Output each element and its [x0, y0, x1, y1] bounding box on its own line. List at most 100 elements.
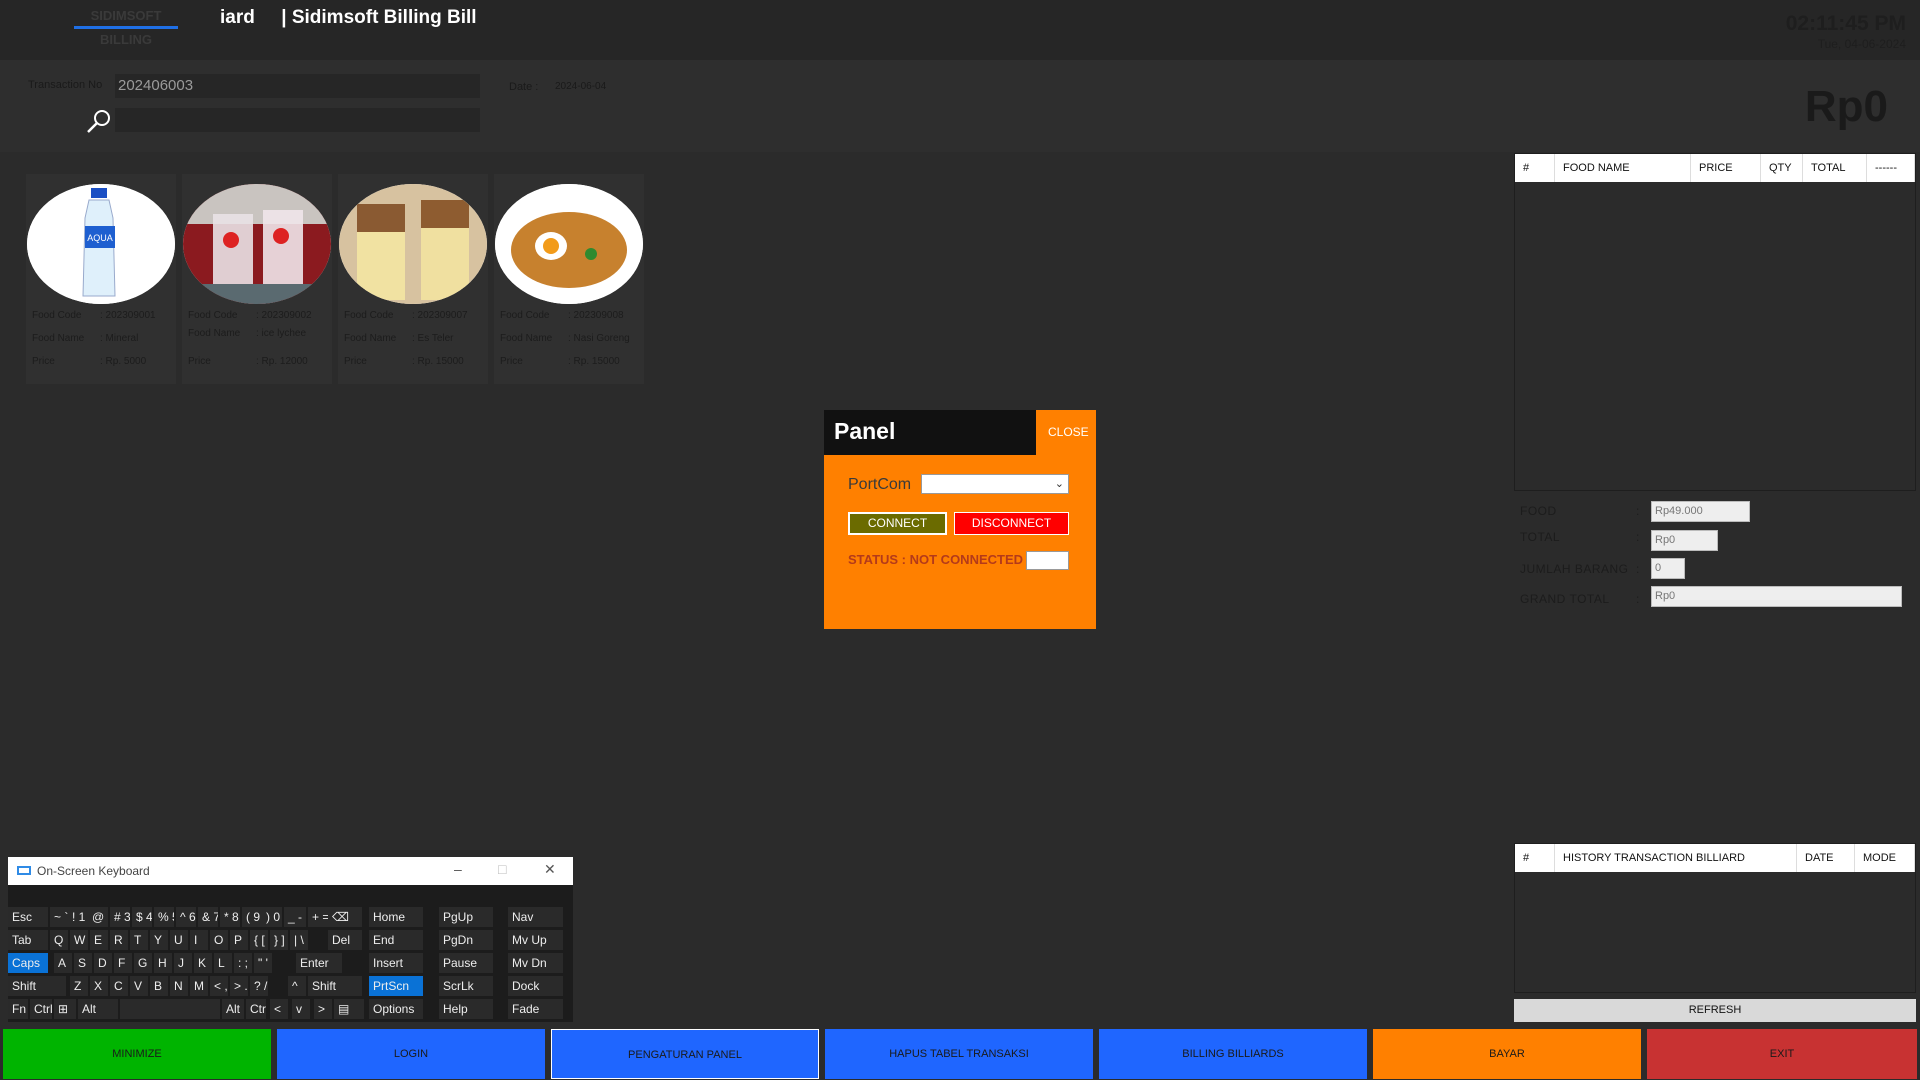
- key-alt[interactable]: Alt: [78, 999, 118, 1019]
- refresh-button[interactable]: REFRESH: [1514, 999, 1916, 1022]
- key--[interactable]: <: [270, 999, 288, 1019]
- connect-button[interactable]: CONNECT: [848, 512, 947, 535]
- key-p[interactable]: P: [230, 930, 248, 950]
- key-insert[interactable]: Insert: [369, 953, 423, 973]
- disconnect-button[interactable]: DISCONNECT: [954, 512, 1069, 535]
- key-prtscn[interactable]: PrtScn: [369, 976, 423, 996]
- minimize-icon[interactable]: –: [454, 861, 462, 877]
- pengaturan-panel-button[interactable]: PENGATURAN PANEL: [551, 1029, 819, 1079]
- key--[interactable]: > .: [230, 976, 248, 996]
- key--[interactable]: < ,: [210, 976, 228, 996]
- key-shift[interactable]: Shift: [8, 976, 66, 996]
- key-i[interactable]: I: [190, 930, 208, 950]
- key--[interactable]: " ': [254, 953, 272, 973]
- key-mv-dn[interactable]: Mv Dn: [508, 953, 563, 973]
- key-ctrl[interactable]: Ctrl: [246, 999, 266, 1019]
- key-alt[interactable]: Alt: [222, 999, 244, 1019]
- key-m[interactable]: M: [190, 976, 208, 996]
- key-pause[interactable]: Pause: [439, 953, 493, 973]
- key--[interactable]: ~ `: [50, 907, 70, 927]
- maximize-icon[interactable]: □: [498, 861, 506, 877]
- close-button[interactable]: CLOSE: [1048, 425, 1089, 439]
- key--3[interactable]: # 3: [110, 907, 130, 927]
- key-o[interactable]: O: [210, 930, 228, 950]
- key--[interactable]: ⊞: [54, 999, 76, 1019]
- order-table[interactable]: # FOOD NAME PRICE QTY TOTAL ------: [1514, 153, 1916, 491]
- key-dock[interactable]: Dock: [508, 976, 563, 996]
- minimize-button[interactable]: MINIMIZE: [3, 1029, 271, 1079]
- key--[interactable]: ▤: [334, 999, 364, 1019]
- login-button[interactable]: LOGIN: [277, 1029, 545, 1079]
- key-h[interactable]: H: [154, 953, 172, 973]
- key-x[interactable]: X: [90, 976, 108, 996]
- key-t[interactable]: T: [130, 930, 148, 950]
- key-z[interactable]: Z: [70, 976, 88, 996]
- key-c[interactable]: C: [110, 976, 128, 996]
- key-mv-up[interactable]: Mv Up: [508, 930, 563, 950]
- hapus-tabel-transaksi-button[interactable]: HAPUS TABEL TRANSAKSI: [825, 1029, 1093, 1079]
- key--[interactable]: + =: [308, 907, 328, 927]
- key-n[interactable]: N: [170, 976, 188, 996]
- transaction-number-field[interactable]: 202406003: [115, 74, 480, 98]
- key--[interactable]: | \: [290, 930, 308, 950]
- search-icon[interactable]: [84, 107, 114, 135]
- key-v[interactable]: v: [292, 999, 310, 1019]
- key-end[interactable]: End: [369, 930, 423, 950]
- key-w[interactable]: W: [70, 930, 88, 950]
- key-f[interactable]: F: [114, 953, 132, 973]
- key-g[interactable]: G: [134, 953, 152, 973]
- key-esc[interactable]: Esc: [8, 907, 48, 927]
- close-icon[interactable]: ✕: [544, 861, 556, 878]
- key-ctrl[interactable]: Ctrl: [30, 999, 52, 1019]
- key-caps[interactable]: Caps: [8, 953, 48, 973]
- exit-button[interactable]: EXIT: [1647, 1029, 1917, 1079]
- key--0[interactable]: ) 0: [262, 907, 282, 927]
- key-tab[interactable]: Tab: [8, 930, 48, 950]
- food-card[interactable]: Food Code: 202309007 Food Name: Es Teler…: [338, 174, 488, 384]
- key--6[interactable]: ^ 6: [176, 907, 196, 927]
- key-d[interactable]: D: [94, 953, 112, 973]
- key-del[interactable]: Del: [328, 930, 362, 950]
- key-q[interactable]: Q: [50, 930, 68, 950]
- key--[interactable]: ? /: [250, 976, 268, 996]
- key--[interactable]: : ;: [234, 953, 252, 973]
- key--4[interactable]: $ 4: [132, 907, 152, 927]
- key--[interactable]: { [: [250, 930, 268, 950]
- key-e[interactable]: E: [90, 930, 108, 950]
- keyboard-titlebar[interactable]: On-Screen Keyboard – □ ✕: [8, 857, 573, 885]
- key--9[interactable]: ( 9: [242, 907, 262, 927]
- bayar-button[interactable]: BAYAR: [1373, 1029, 1641, 1079]
- key-nav[interactable]: Nav: [508, 907, 563, 927]
- key-pgdn[interactable]: PgDn: [439, 930, 493, 950]
- key-k[interactable]: K: [194, 953, 212, 973]
- key-y[interactable]: Y: [150, 930, 168, 950]
- key--8[interactable]: * 8: [220, 907, 240, 927]
- key--1[interactable]: ! 1: [68, 907, 88, 927]
- key-v[interactable]: V: [130, 976, 148, 996]
- key-l[interactable]: L: [214, 953, 232, 973]
- key-fade[interactable]: Fade: [508, 999, 563, 1019]
- key-a[interactable]: A: [54, 953, 72, 973]
- key-b[interactable]: B: [150, 976, 168, 996]
- key-home[interactable]: Home: [369, 907, 423, 927]
- key--[interactable]: _ -: [284, 907, 306, 927]
- billing-billiards-button[interactable]: BILLING BILLIARDS: [1099, 1029, 1367, 1079]
- key-shift[interactable]: Shift: [308, 976, 362, 996]
- key-pgup[interactable]: PgUp: [439, 907, 493, 927]
- key-u[interactable]: U: [170, 930, 188, 950]
- history-table[interactable]: # HISTORY TRANSACTION BILLIARD DATE MODE: [1514, 843, 1916, 993]
- key--[interactable]: ⌫: [328, 907, 362, 927]
- key-r[interactable]: R: [110, 930, 128, 950]
- key--5[interactable]: % 5: [154, 907, 174, 927]
- key--7[interactable]: & 7: [198, 907, 218, 927]
- key-j[interactable]: J: [174, 953, 192, 973]
- food-card[interactable]: AQUA Food Code: 202309001 Food Name: Min…: [26, 174, 176, 384]
- food-card[interactable]: Food Code: 202309008 Food Name: Nasi Gor…: [494, 174, 644, 384]
- search-input[interactable]: [115, 108, 480, 132]
- key-fn[interactable]: Fn: [8, 999, 28, 1019]
- key-space[interactable]: [120, 999, 220, 1019]
- key-scrlk[interactable]: ScrLk: [439, 976, 493, 996]
- key--[interactable]: } ]: [270, 930, 288, 950]
- key-options[interactable]: Options: [369, 999, 423, 1019]
- key-help[interactable]: Help: [439, 999, 493, 1019]
